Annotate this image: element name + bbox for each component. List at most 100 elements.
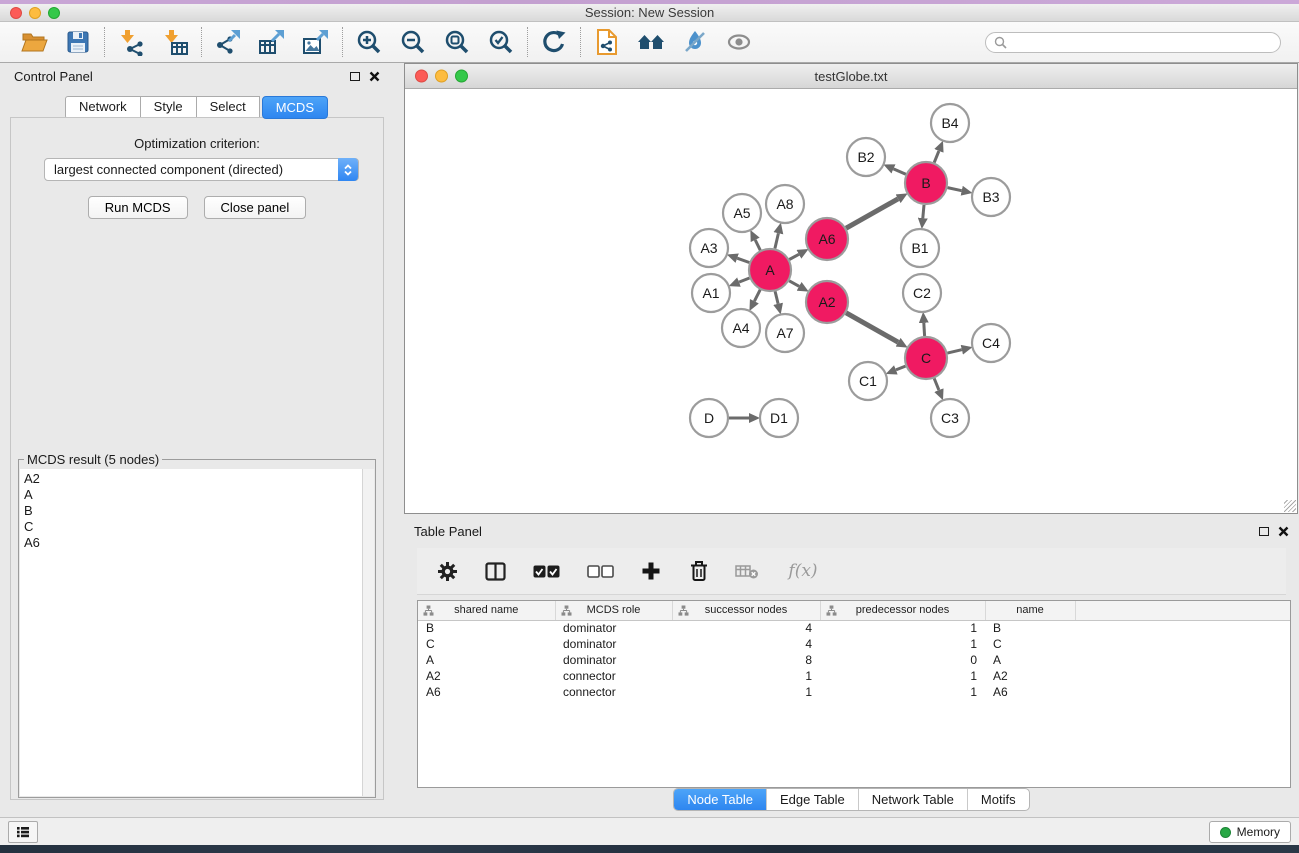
zoom-in-icon[interactable] (353, 26, 385, 58)
graph-node-B1[interactable]: B1 (901, 229, 939, 267)
graph-edge-A-A7[interactable] (775, 291, 778, 303)
close-panel-icon[interactable] (369, 71, 380, 82)
close-window-button[interactable] (10, 7, 22, 19)
graph-node-B4[interactable]: B4 (931, 104, 969, 142)
network-window-titlebar[interactable]: testGlobe.txt (405, 64, 1297, 89)
graph-edge-C-C4[interactable] (947, 350, 961, 353)
show-hide-icon[interactable] (723, 26, 755, 58)
tab-style[interactable]: Style (140, 96, 197, 119)
graph-edge-A-A8[interactable] (775, 233, 779, 248)
column-header-mcds-role[interactable]: MCDS role (555, 601, 672, 620)
node-table[interactable]: shared nameMCDS rolesuccessor nodesprede… (417, 600, 1291, 788)
graph-node-A6[interactable]: A6 (806, 218, 848, 260)
graph-node-C3[interactable]: C3 (931, 399, 969, 437)
table-tab-node-table[interactable]: Node Table (674, 789, 766, 810)
graph-edge-C-C2[interactable] (924, 323, 925, 336)
network-canvas[interactable]: B4B2BB3A8A5A6A3B1AA1C2A2A4A7C4CC1C3DD1 (405, 89, 1297, 513)
cybrowser-icon[interactable] (591, 26, 623, 58)
column-header-successor-nodes[interactable]: successor nodes (672, 601, 820, 620)
add-row-icon[interactable] (639, 559, 663, 583)
graph-edge-B-B3[interactable] (948, 188, 962, 191)
zoom-out-icon[interactable] (397, 26, 429, 58)
graph-node-A4[interactable]: A4 (722, 309, 760, 347)
result-item-A[interactable]: A (24, 487, 370, 503)
table-row[interactable]: Bdominator41B (418, 620, 1290, 636)
graph-node-C2[interactable]: C2 (903, 274, 941, 312)
memory-button[interactable]: Memory (1209, 821, 1291, 843)
window-resize-grip[interactable] (1284, 500, 1296, 512)
graph-node-D1[interactable]: D1 (760, 399, 798, 437)
column-header-name[interactable]: name (985, 601, 1075, 620)
zoom-network-window-button[interactable] (455, 70, 468, 83)
float-table-panel-icon[interactable] (1259, 527, 1269, 536)
graph-edge-A6-B[interactable] (846, 199, 898, 228)
graph-node-B[interactable]: B (905, 162, 947, 204)
table-row[interactable]: A2connector11A2 (418, 668, 1290, 684)
graph-node-A3[interactable]: A3 (690, 229, 728, 267)
result-item-B[interactable]: B (24, 503, 370, 519)
graph-node-B3[interactable]: B3 (972, 178, 1010, 216)
minimize-window-button[interactable] (29, 7, 41, 19)
settings-gear-icon[interactable] (435, 559, 459, 583)
graph-node-D[interactable]: D (690, 399, 728, 437)
select-all-icon[interactable] (531, 559, 561, 583)
graph-edge-A-A5[interactable] (755, 240, 760, 250)
export-table-icon[interactable] (256, 26, 288, 58)
tab-select[interactable]: Select (196, 96, 260, 119)
graph-edge-C-C1[interactable] (896, 366, 906, 370)
graph-edge-C-C3[interactable] (934, 378, 939, 390)
graph-node-A7[interactable]: A7 (766, 314, 804, 352)
tab-network[interactable]: Network (65, 96, 141, 119)
graph-node-C1[interactable]: C1 (849, 362, 887, 400)
result-item-A2[interactable]: A2 (24, 471, 370, 487)
graph-node-C4[interactable]: C4 (972, 324, 1010, 362)
home-icon[interactable] (635, 26, 667, 58)
import-network-icon[interactable] (115, 26, 147, 58)
zoom-fit-icon[interactable] (441, 26, 473, 58)
graph-node-A2[interactable]: A2 (806, 281, 848, 323)
result-list-scrollbar[interactable] (362, 469, 374, 796)
graph-edge-A-A1[interactable] (739, 278, 750, 282)
search-input[interactable] (1012, 35, 1272, 49)
import-table-icon[interactable] (159, 26, 191, 58)
column-header-predecessor-nodes[interactable]: predecessor nodes (820, 601, 985, 620)
table-tab-network-table[interactable]: Network Table (858, 789, 967, 810)
graph-edge-A2-C[interactable] (846, 313, 898, 342)
table-tab-motifs[interactable]: Motifs (967, 789, 1029, 810)
save-session-icon[interactable] (62, 26, 94, 58)
table-row[interactable]: Adominator80A (418, 652, 1290, 668)
result-item-A6[interactable]: A6 (24, 535, 370, 551)
column-header-shared-name[interactable]: shared name (418, 601, 555, 620)
function-builder-icon[interactable]: f(x) (783, 559, 823, 583)
close-network-window-button[interactable] (415, 70, 428, 83)
graph-edge-B-B1[interactable] (923, 205, 924, 218)
zoom-window-button[interactable] (48, 7, 60, 19)
graph-edge-A-A4[interactable] (754, 290, 760, 302)
open-file-icon[interactable] (18, 26, 50, 58)
graph-node-A1[interactable]: A1 (692, 274, 730, 312)
deselect-all-icon[interactable] (585, 559, 615, 583)
graph-edge-B-B2[interactable] (894, 169, 906, 174)
export-network-icon[interactable] (212, 26, 244, 58)
annotation-off-icon[interactable] (679, 26, 711, 58)
result-item-C[interactable]: C (24, 519, 370, 535)
float-panel-icon[interactable] (350, 72, 360, 81)
table-row[interactable]: A6connector11A6 (418, 684, 1290, 700)
minimize-network-window-button[interactable] (435, 70, 448, 83)
graph-node-B2[interactable]: B2 (847, 138, 885, 176)
table-tab-edge-table[interactable]: Edge Table (766, 789, 858, 810)
tab-mcds[interactable]: MCDS (262, 96, 328, 119)
refresh-icon[interactable] (538, 26, 570, 58)
graph-edge-B-B4[interactable] (934, 151, 939, 163)
graph-edge-A-A2[interactable] (789, 281, 799, 287)
close-table-panel-icon[interactable] (1278, 526, 1289, 537)
zoom-selected-icon[interactable] (485, 26, 517, 58)
delete-table-icon[interactable] (735, 559, 759, 583)
network-graph[interactable]: B4B2BB3A8A5A6A3B1AA1C2A2A4A7C4CC1C3DD1 (405, 89, 1297, 513)
graph-node-A5[interactable]: A5 (723, 194, 761, 232)
graph-node-A[interactable]: A (749, 249, 791, 291)
graph-node-C[interactable]: C (905, 337, 947, 379)
search-field[interactable] (985, 32, 1281, 53)
run-mcds-button[interactable]: Run MCDS (88, 196, 188, 219)
criterion-dropdown[interactable]: largest connected component (directed) (44, 158, 359, 181)
